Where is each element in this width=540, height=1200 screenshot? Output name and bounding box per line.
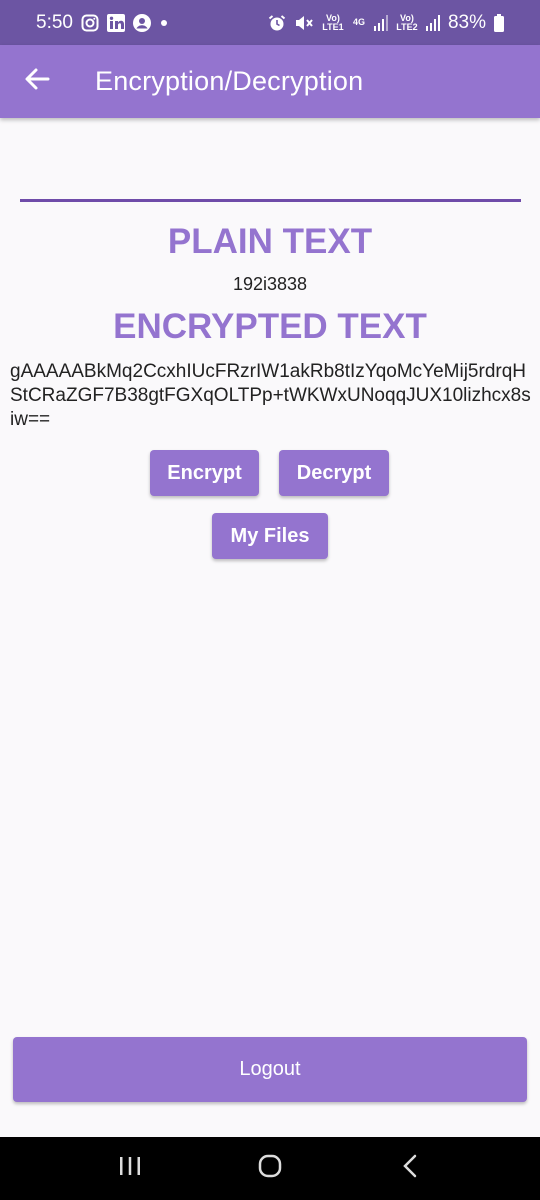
dot-icon	[159, 18, 169, 28]
plain-text-heading: PLAIN TEXT	[167, 222, 373, 261]
decrypt-button[interactable]: Decrypt	[279, 450, 389, 496]
mute-icon	[294, 14, 314, 32]
nav-back-button[interactable]	[380, 1144, 440, 1194]
battery-icon	[494, 13, 504, 32]
lte2-label: Vo) LTE2	[396, 12, 418, 32]
lte1-label: Vo) LTE1	[322, 12, 344, 32]
instagram-icon	[81, 14, 99, 32]
alarm-icon	[268, 14, 286, 32]
encrypt-button[interactable]: Encrypt	[150, 450, 259, 496]
plain-text-value: 192i3838	[232, 274, 308, 294]
arrow-left-icon	[24, 66, 50, 97]
encrypted-text-heading: ENCRYPTED TEXT	[113, 307, 427, 346]
status-bar: 5:50 Vo) LTE1 4G Vo) LTE2 83%	[0, 0, 540, 45]
signal-icon	[373, 14, 388, 31]
account-icon	[132, 13, 151, 32]
app-bar: Encryption/Decryption	[0, 45, 540, 118]
encrypted-text-value: gAAAAABkMq2CcxhIUcFRzrIW1akRb8tIzYqoMcYe…	[10, 361, 531, 430]
back-icon	[400, 1153, 420, 1184]
logout-button[interactable]: Logout	[13, 1037, 527, 1102]
home-button[interactable]	[240, 1144, 300, 1194]
my-files-button[interactable]: My Files	[212, 513, 328, 559]
network-label: 4G	[352, 17, 365, 27]
signal-icon	[425, 14, 440, 31]
linkedin-icon	[106, 13, 125, 32]
recent-apps-icon	[118, 1155, 142, 1182]
system-nav-bar	[0, 1137, 540, 1200]
page-title: Encryption/Decryption	[95, 66, 364, 96]
recent-apps-button[interactable]	[100, 1144, 160, 1194]
status-left: 5:50	[36, 12, 169, 34]
home-icon	[257, 1153, 283, 1184]
text-input-field[interactable]	[20, 199, 521, 202]
status-right: Vo) LTE1 4G Vo) LTE2 83%	[268, 12, 504, 34]
status-time: 5:50	[36, 11, 73, 33]
back-button[interactable]	[0, 45, 74, 118]
battery-percent: 83%	[447, 11, 486, 33]
